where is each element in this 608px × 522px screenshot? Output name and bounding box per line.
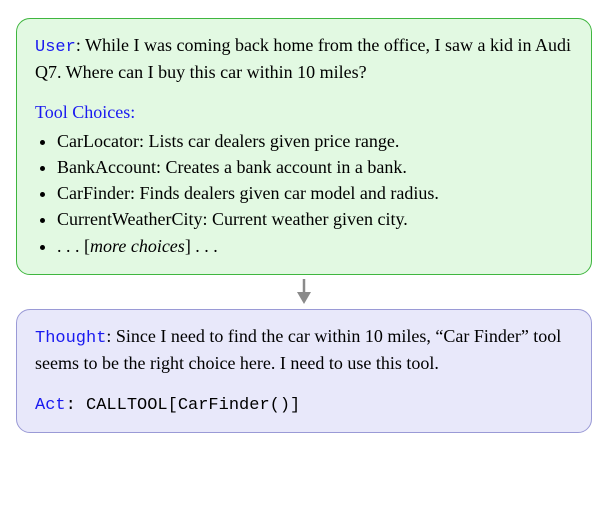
user-query-block: User: While I was coming back home from … (35, 33, 573, 84)
tool-name: CarLocator (57, 131, 139, 151)
tool-choices-label: Tool Choices: (35, 100, 573, 124)
user-query-text: : While I was coming back home from the … (35, 35, 571, 82)
thought-text: : Since I need to find the car within 10… (35, 326, 561, 373)
list-item: . . . [more choices] . . . (57, 234, 573, 258)
list-item: CarLocator: Lists car dealers given pric… (57, 129, 573, 153)
thought-panel: Thought: Since I need to find the car wi… (16, 309, 592, 433)
tool-name: CurrentWeatherCity (57, 209, 203, 229)
act-text: : CALLTOOL[CarFinder()] (66, 396, 301, 415)
tool-name: CarFinder (57, 183, 130, 203)
act-label: Act (35, 396, 66, 415)
user-label: User (35, 38, 76, 57)
more-italic: more choices (90, 236, 185, 256)
list-item: CurrentWeatherCity: Current weather give… (57, 207, 573, 231)
tool-desc: : Lists car dealers given price range. (139, 131, 399, 151)
tool-desc: : Creates a bank account in a bank. (156, 157, 407, 177)
list-item: CarFinder: Finds dealers given car model… (57, 181, 573, 205)
tool-name: BankAccount (57, 157, 156, 177)
user-panel: User: While I was coming back home from … (16, 18, 592, 275)
arrow-down-icon (293, 279, 315, 305)
tool-choices-list: CarLocator: Lists car dealers given pric… (35, 129, 573, 258)
more-suffix: ] . . . (185, 236, 218, 256)
thought-block: Thought: Since I need to find the car wi… (35, 324, 573, 375)
tool-desc: : Current weather given city. (203, 209, 408, 229)
act-block: Act: CALLTOOL[CarFinder()] (35, 391, 573, 418)
arrow-connector (16, 279, 592, 305)
tool-desc: : Finds dealers given car model and radi… (130, 183, 439, 203)
list-item: BankAccount: Creates a bank account in a… (57, 155, 573, 179)
thought-label: Thought (35, 329, 106, 348)
more-prefix: . . . [ (57, 236, 90, 256)
